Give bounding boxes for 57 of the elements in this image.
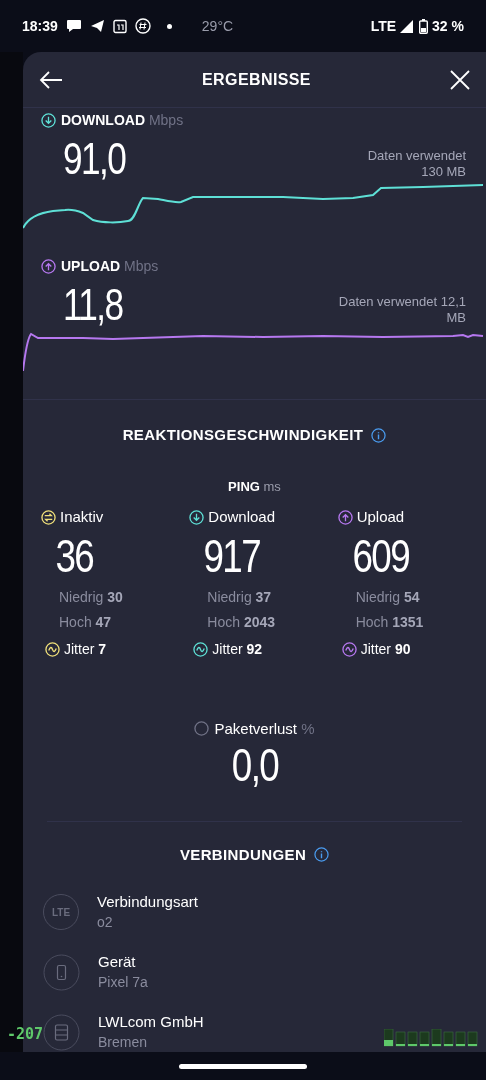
speed-label: UPLOAD Mbps	[61, 257, 159, 276]
server-icon	[43, 1013, 80, 1051]
connection-title: Gerät	[98, 952, 137, 972]
jitter: Jitter 7	[64, 639, 107, 659]
back-arrow-icon[interactable]	[39, 69, 63, 90]
ping-value: 36	[54, 530, 95, 581]
info-icon[interactable]	[371, 427, 387, 443]
packet-loss-icon	[194, 721, 210, 737]
home-indicator[interactable]	[179, 1063, 307, 1069]
signal-icon	[400, 19, 414, 33]
ping-low: Niedrig 30	[58, 587, 124, 607]
upload-icon	[41, 259, 56, 274]
speed-value: 91,0	[63, 137, 126, 181]
connection-detail: o2	[97, 913, 114, 932]
section-title: VERBINDUNGEN	[179, 844, 307, 865]
ping-label: PING ms	[227, 477, 282, 496]
debug-value: -207	[7, 1024, 44, 1045]
speed-label: DOWNLOAD Mbps	[61, 111, 184, 130]
temperature: 29°C	[201, 16, 234, 36]
data-used: Daten verwendet 130 MB	[367, 148, 466, 181]
connection-detail: Bremen	[98, 1033, 149, 1052]
ping-value: 917	[202, 530, 262, 581]
info-icon[interactable]	[314, 847, 330, 863]
connection-detail: Pixel 7a	[98, 973, 148, 992]
jitter: Jitter 90	[360, 639, 411, 659]
ping-low: Niedrig 37	[206, 587, 273, 607]
connection-title: LWLcom GmbH	[98, 1012, 204, 1032]
jitter-icon	[341, 641, 357, 657]
network-type: LTE	[370, 16, 397, 36]
phone-icon	[43, 953, 80, 991]
close-icon[interactable]	[450, 69, 470, 90]
ping-low: Niedrig 54	[354, 587, 421, 607]
ping-high: Hoch 2043	[206, 612, 277, 632]
calendar-icon	[112, 18, 127, 34]
jitter-icon	[45, 641, 60, 657]
ping-type: Inaktiv	[60, 507, 104, 527]
hashtag-icon	[134, 18, 151, 34]
send-icon	[89, 19, 105, 33]
connection-title: Verbindungsart	[97, 892, 198, 912]
ping-type: Upload	[356, 507, 405, 527]
packet-loss-label: Paketverlust %	[214, 718, 315, 739]
chat-icon	[65, 19, 82, 33]
download-icon	[41, 113, 56, 128]
data-used: Daten verwendet 12,1 MB	[338, 294, 466, 327]
ping-high: Hoch 47	[58, 612, 113, 632]
battery-level: 32 %	[432, 16, 464, 36]
jitter: Jitter 92	[212, 639, 263, 659]
jitter-icon	[193, 641, 209, 657]
battery-icon	[419, 18, 429, 34]
ping-type: Download	[208, 507, 276, 527]
screen-title: ERGEBNISSE	[202, 69, 311, 90]
ping-high: Hoch 1351	[354, 612, 425, 632]
speed-value: 11,8	[63, 283, 123, 327]
clock: 18:39	[22, 16, 58, 36]
packet-loss-value: 0,0	[231, 740, 278, 790]
section-title: REAKTIONSGESCHWINDIGKEIT	[122, 425, 364, 445]
ping-value: 609	[351, 530, 410, 581]
